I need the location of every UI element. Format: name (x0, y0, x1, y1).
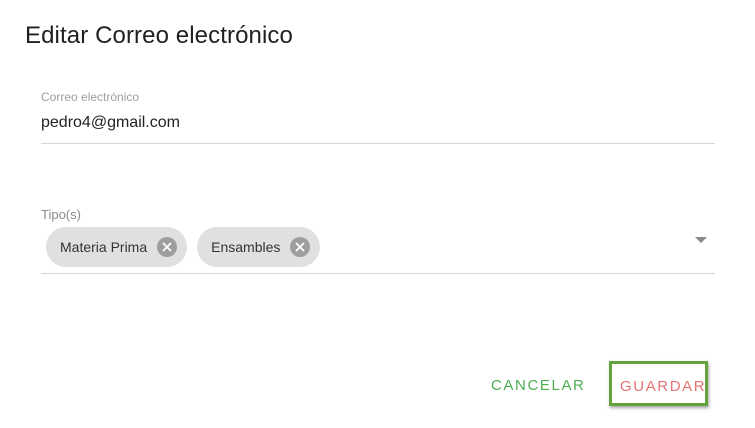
dialog-title: Editar Correo electrónico (25, 22, 293, 49)
save-button[interactable]: GUARDAR (620, 378, 706, 395)
tipos-label: Tipo(s) (41, 207, 81, 222)
chevron-down-icon[interactable] (695, 237, 707, 243)
chip-materia-prima[interactable]: Materia Prima (46, 227, 188, 267)
close-circle-icon[interactable] (290, 237, 311, 257)
email-field-underline (41, 143, 715, 144)
chip-label: Materia Prima (60, 239, 148, 255)
email-field[interactable]: Correo electrónico pedro4@gmail.com (41, 90, 715, 144)
chip-list: Materia Prima Ensambles (46, 227, 321, 267)
email-field-label: Correo electrónico (41, 90, 140, 104)
chip-label: Ensambles (211, 239, 281, 255)
save-button-highlight: GUARDAR (609, 361, 708, 406)
tipos-field-underline (41, 273, 715, 274)
close-circle-icon[interactable] (157, 237, 178, 257)
edit-email-dialog: Editar Correo electrónico Correo electró… (0, 0, 755, 428)
email-field-value[interactable]: pedro4@gmail.com (41, 114, 180, 132)
tipos-select[interactable]: Tipo(s) Materia Prima Ensambles (41, 207, 715, 274)
cancel-button[interactable]: CANCELAR (491, 377, 586, 394)
chip-ensambles[interactable]: Ensambles (197, 227, 321, 267)
